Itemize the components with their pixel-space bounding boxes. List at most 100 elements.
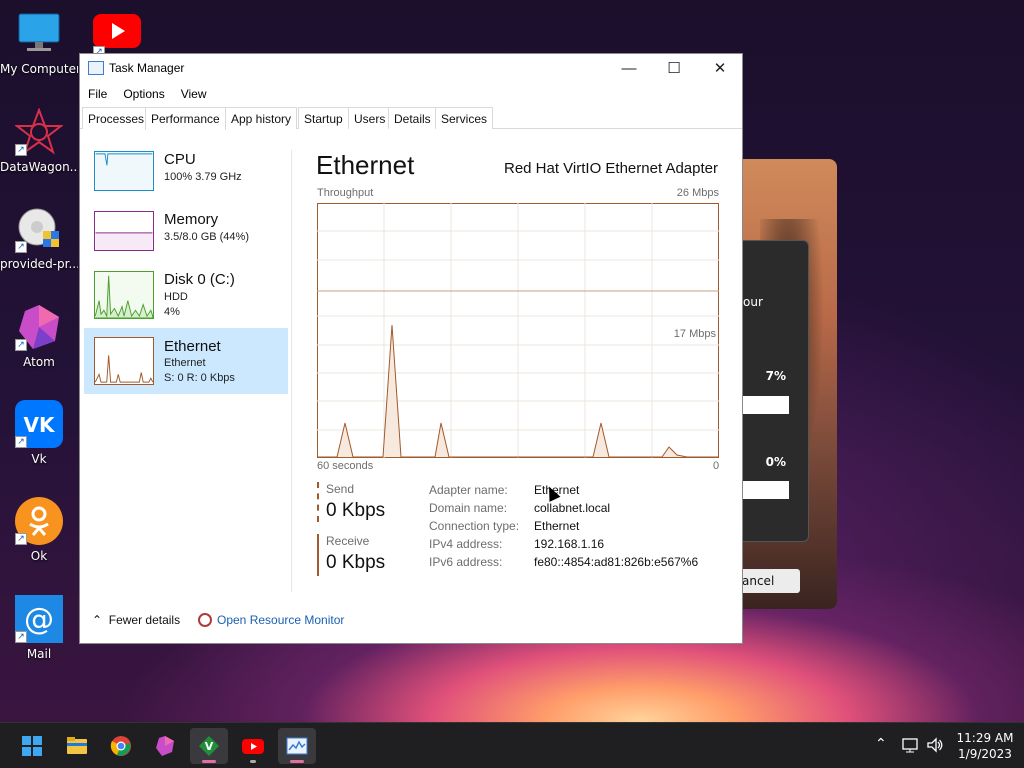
desktop-icon-label: Ok — [30, 549, 48, 563]
resource-name: Ethernet — [164, 338, 221, 355]
resource-disk[interactable]: Disk 0 (C:) HDD 4% — [84, 266, 288, 330]
resource-name: Disk 0 (C:) — [164, 271, 235, 288]
tab-performance[interactable]: Performance — [145, 107, 226, 130]
shortcut-arrow-icon: ↗ — [15, 241, 27, 253]
resource-name: CPU — [164, 151, 196, 168]
throughput-graph — [317, 203, 719, 458]
atom-icon: ↗ — [15, 303, 63, 351]
send-label: Send — [326, 482, 355, 496]
minimize-button[interactable]: — — [606, 54, 652, 83]
tab-details[interactable]: Details — [388, 107, 437, 129]
maximize-icon: ☐ — [667, 60, 681, 77]
cpu-thumbnail-graph — [94, 151, 154, 191]
menu-options[interactable]: Options — [123, 83, 164, 101]
resource-usage: 4% — [164, 306, 180, 318]
resource-detail: 100% 3.79 GHz — [164, 171, 242, 183]
resource-memory[interactable]: Memory 3.5/8.0 GB (44%) — [84, 206, 288, 270]
footer-bar: ⌃ Fewer details Open Resource Monitor — [80, 608, 742, 638]
running-indicator — [290, 760, 304, 763]
taskbar-vim[interactable]: V — [190, 728, 228, 764]
close-button[interactable]: ✕ — [697, 54, 743, 83]
fewer-details-button[interactable]: ⌃ Fewer details — [92, 613, 180, 627]
running-indicator — [250, 760, 256, 763]
dialog-progress-bar-1 — [743, 396, 789, 414]
desktop-icon-label: provided-pr... — [0, 257, 78, 271]
atom-icon — [156, 736, 174, 756]
chevron-up-icon: ⌃ — [92, 613, 103, 627]
open-resource-monitor-link[interactable]: Open Resource Monitor — [198, 613, 344, 627]
system-clock[interactable]: 11:29 AM 1/9/2023 — [950, 730, 1020, 762]
dialog-percent-2: 0% — [765, 455, 786, 469]
vk-icon: VK ↗ — [15, 400, 63, 448]
taskbar-task-manager[interactable] — [278, 728, 316, 764]
menu-bar: File Options View — [80, 83, 742, 105]
tab-app-history[interactable]: App history — [225, 107, 298, 129]
start-button[interactable] — [13, 728, 51, 764]
maximize-button[interactable]: ☐ — [651, 54, 697, 83]
tab-bar: Processes Performance App history Startu… — [80, 107, 742, 130]
shortcut-arrow-icon: ↗ — [15, 339, 27, 351]
memory-thumbnail-graph — [94, 211, 154, 251]
desktop-icon-label: My Computer — [0, 62, 78, 76]
installer-icon: ↗ — [15, 205, 63, 253]
tab-startup[interactable]: Startup — [298, 107, 349, 129]
tab-users[interactable]: Users — [348, 107, 392, 129]
file-explorer-icon — [67, 737, 87, 754]
task-manager-icon — [286, 737, 308, 755]
taskbar-file-explorer[interactable] — [58, 728, 96, 764]
task-manager-window: Task Manager — ☐ ✕ File Options View Proce… — [79, 53, 743, 644]
desktop-icon-ok[interactable]: ↗ Ok — [0, 497, 78, 563]
tab-processes[interactable]: Processes — [82, 107, 151, 129]
send-stat: Send 0 Kbps — [317, 482, 417, 522]
disk-thumbnail-graph — [94, 271, 154, 319]
svg-text:@: @ — [24, 602, 54, 637]
youtube-icon — [242, 739, 264, 754]
page-title: Ethernet — [316, 150, 415, 180]
desktop-icon-label: Vk — [31, 452, 47, 466]
network-icon[interactable] — [901, 736, 919, 754]
taskbar-atom[interactable] — [146, 728, 184, 764]
desktop-icon-datawagon[interactable]: ↗ DataWagon... — [0, 107, 78, 174]
clock-date: 1/9/2023 — [958, 747, 1012, 761]
shortcut-arrow-icon: ↗ — [15, 436, 27, 448]
title-bar[interactable]: Task Manager — ☐ ✕ — [80, 54, 742, 83]
shortcut-arrow-icon: ↗ — [15, 533, 27, 545]
time-range-label: 60 seconds — [317, 460, 374, 472]
resource-list: CPU 100% 3.79 GHz Memory 3.5/8.0 GB (44%… — [80, 130, 290, 590]
running-indicator — [202, 760, 216, 763]
resource-detail: 3.5/8.0 GB (44%) — [164, 231, 249, 243]
show-hidden-icons-chevron-icon[interactable]: ⌃ — [875, 736, 887, 768]
svg-text:V: V — [205, 740, 214, 753]
send-value: 0 Kbps — [326, 500, 386, 521]
max-scale-label: 26 Mbps — [676, 187, 719, 199]
volume-icon[interactable] — [926, 736, 944, 754]
monitor-icon — [15, 10, 63, 58]
shortcut-arrow-icon: ↗ — [15, 631, 27, 643]
desktop-icon-label: DataWagon... — [0, 160, 78, 174]
ethernet-thumbnail-graph — [94, 337, 154, 385]
taskbar-chrome[interactable] — [102, 728, 140, 764]
menu-file[interactable]: File — [88, 83, 107, 101]
receive-stat: Receive 0 Kbps — [317, 534, 417, 576]
desktop-icon-provided-pr[interactable]: ↗ provided-pr... — [0, 205, 78, 271]
desktop-icon-my-computer[interactable]: My Computer — [0, 10, 78, 76]
start-icon — [22, 736, 42, 756]
taskbar-youtube[interactable] — [234, 728, 272, 764]
resource-monitor-icon — [198, 613, 212, 627]
receive-label: Receive — [326, 534, 370, 548]
tab-services[interactable]: Services — [435, 107, 494, 129]
desktop-icon-vk[interactable]: VK ↗ Vk — [0, 400, 78, 466]
resource-name: Memory — [164, 211, 219, 228]
menu-view[interactable]: View — [181, 83, 207, 101]
desktop-icon-label: Mail — [26, 647, 52, 661]
chrome-icon — [110, 736, 131, 756]
dialog-cancel-button[interactable]: ancel — [742, 569, 800, 593]
minimize-icon: — — [621, 60, 637, 77]
resource-cpu[interactable]: CPU 100% 3.79 GHz — [84, 146, 288, 210]
desktop-icon-atom[interactable]: ↗ Atom — [0, 303, 78, 369]
odnoklassniki-icon: ↗ — [15, 497, 63, 545]
background-dialog: our 7% 0% — [742, 240, 809, 542]
resource-ethernet[interactable]: Ethernet Ethernet S: 0 R: 0 Kbps — [84, 328, 288, 394]
desktop-icon-mail[interactable]: @ ↗ Mail — [0, 595, 78, 661]
desktop-icon-label: Atom — [23, 355, 55, 369]
